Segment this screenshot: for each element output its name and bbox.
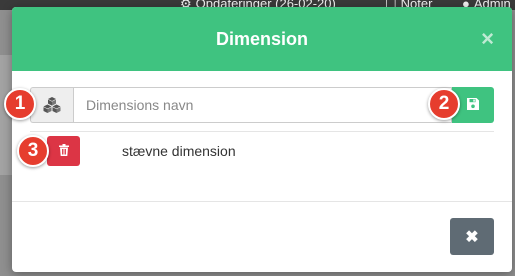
modal-footer: ✖ (12, 201, 512, 272)
callout-marker-3: 3 (17, 135, 49, 167)
close-icon: ✖ (465, 228, 479, 246)
dimension-name-input[interactable] (73, 87, 452, 123)
cubes-icon (30, 87, 73, 123)
dimension-modal: Dimension × Dimensions navn stævne dimen… (12, 7, 512, 272)
dimension-label: stævne dimension (122, 143, 236, 159)
callout-marker-1: 1 (4, 88, 36, 120)
dimension-input-group (30, 87, 494, 123)
delete-button[interactable] (47, 136, 80, 166)
close-icon[interactable]: × (481, 28, 494, 50)
modal-header: Dimension × (12, 7, 512, 71)
divider (30, 131, 494, 132)
trash-icon (58, 143, 69, 159)
save-icon (467, 97, 479, 113)
close-button[interactable]: ✖ (450, 218, 494, 255)
list-item: stævne dimension (30, 134, 494, 168)
modal-title: Dimension (215, 28, 308, 49)
callout-marker-2: 2 (428, 88, 460, 120)
